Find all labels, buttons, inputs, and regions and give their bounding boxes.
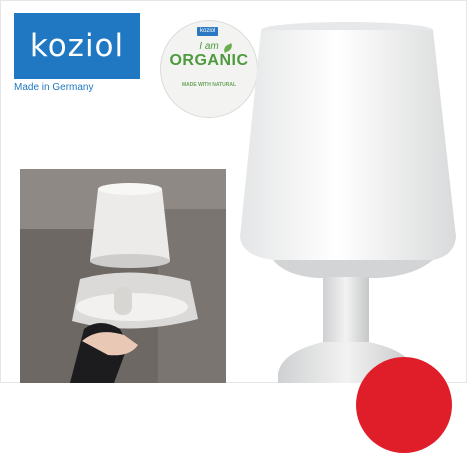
lamp-shade-bottom [273,260,433,278]
red-sale-badge [356,357,452,453]
shade-held [90,189,170,261]
made-in-germany-text: Made in Germany [14,82,94,93]
bulb [114,287,132,315]
koziol-logo: koziol [14,13,140,79]
logo-text: koziol [29,28,125,64]
lamp-shade [240,30,456,260]
lamp-stem [323,277,369,345]
lamp-in-use-illustration [20,169,226,383]
lamp-in-use-photo [20,169,226,383]
lamp-product-image [240,22,456,383]
badge-brand-tag: koziol [197,27,219,36]
